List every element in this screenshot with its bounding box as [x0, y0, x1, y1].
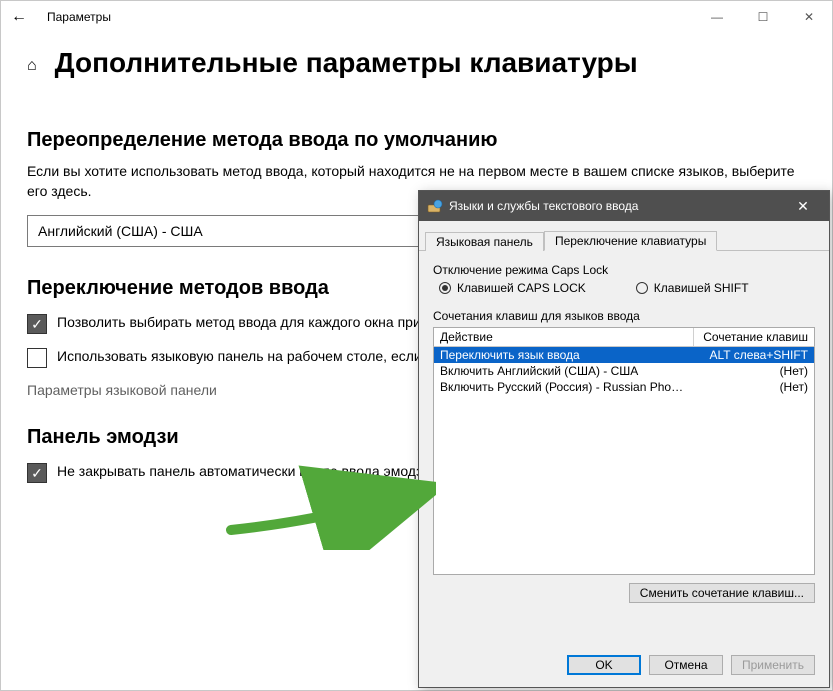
list-item-shortcut: ALT слева+SHIFT — [688, 348, 808, 362]
dialog-close-button[interactable]: ✕ — [783, 198, 823, 215]
capslock-group-label: Отключение режима Caps Lock — [433, 263, 815, 277]
list-item[interactable]: Переключить язык ввода ALT слева+SHIFT — [434, 347, 814, 363]
list-item[interactable]: Включить Русский (Россия) - Russian Phon… — [434, 379, 814, 395]
checkbox-per-app-input[interactable] — [27, 314, 47, 334]
dialog-title: Языки и службы текстового ввода — [449, 199, 638, 213]
checkbox-language-bar-desktop[interactable] — [27, 348, 47, 368]
minimize-button[interactable]: — — [694, 1, 740, 33]
list-item-action: Включить Русский (Россия) - Russian Phon… — [440, 380, 688, 394]
section-heading-default-input: Переопределение метода ввода по умолчани… — [27, 129, 806, 152]
text-services-dialog: Языки и службы текстового ввода ✕ Языков… — [418, 190, 830, 688]
list-item-shortcut: (Нет) — [688, 364, 808, 378]
cancel-button[interactable]: Отмена — [649, 655, 723, 675]
default-input-method-combo[interactable]: Английский (США) - США — [27, 215, 427, 247]
window-title: Параметры — [47, 10, 111, 24]
change-shortcut-button[interactable]: Сменить сочетание клавиш... — [629, 583, 815, 603]
checkbox-label: Не закрывать панель автоматически после … — [57, 463, 430, 483]
col-shortcut[interactable]: Сочетание клавиш — [694, 328, 814, 346]
radio-label: Клавишей CAPS LOCK — [457, 281, 586, 295]
radio-label: Клавишей SHIFT — [654, 281, 749, 295]
tab-keyboard-switching[interactable]: Переключение клавиатуры — [544, 231, 717, 251]
apply-button[interactable]: Применить — [731, 655, 815, 675]
settings-titlebar: ← Параметры — ☐ ✕ — [1, 1, 832, 33]
tab-language-bar[interactable]: Языковая панель — [425, 232, 544, 251]
home-icon[interactable]: ⌂ — [27, 57, 37, 75]
shortcut-list-header: Действие Сочетание клавиш — [433, 327, 815, 347]
maximize-button[interactable]: ☐ — [740, 1, 786, 33]
dialog-titlebar: Языки и службы текстового ввода ✕ — [419, 191, 829, 221]
ok-button[interactable]: OK — [567, 655, 641, 675]
radio-capslock-key[interactable]: Клавишей CAPS LOCK — [439, 281, 586, 295]
keyboard-globe-icon — [427, 198, 443, 214]
col-action[interactable]: Действие — [434, 328, 694, 346]
shortcuts-group-label: Сочетания клавиш для языков ввода — [433, 309, 815, 323]
checkbox-label: Позволить выбирать метод ввода для каждо… — [57, 314, 477, 334]
checkbox-emoji-autoclose[interactable] — [27, 463, 47, 483]
back-button[interactable]: ← — [11, 8, 47, 26]
dialog-tabs: Языковая панель Переключение клавиатуры — [419, 221, 829, 251]
list-item[interactable]: Включить Английский (США) - США (Нет) — [434, 363, 814, 379]
combo-value: Английский (США) - США — [38, 223, 203, 239]
list-item-action: Переключить язык ввода — [440, 348, 688, 362]
list-item-shortcut: (Нет) — [688, 380, 808, 394]
list-item-action: Включить Английский (США) - США — [440, 364, 688, 378]
close-button[interactable]: ✕ — [786, 1, 832, 33]
radio-shift-key[interactable]: Клавишей SHIFT — [636, 281, 749, 295]
page-title: Дополнительные параметры клавиатуры — [55, 47, 638, 79]
shortcut-list[interactable]: Переключить язык ввода ALT слева+SHIFT В… — [433, 347, 815, 575]
